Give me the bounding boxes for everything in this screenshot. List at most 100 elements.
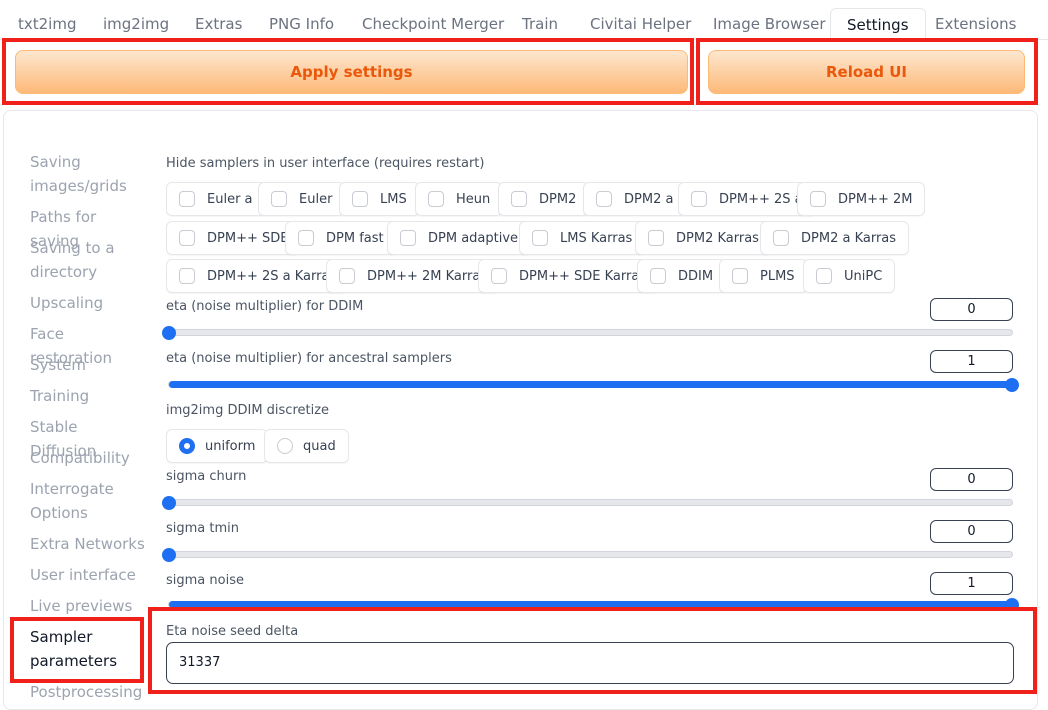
sigma-noise-slider[interactable] bbox=[168, 597, 1019, 612]
checkbox-icon bbox=[179, 191, 195, 207]
tab-extensions[interactable]: Extensions bbox=[919, 8, 1032, 40]
eta-ddim-slider[interactable] bbox=[162, 325, 1013, 340]
sampler-checkbox-dpm2-a[interactable]: DPM2 a bbox=[583, 182, 687, 216]
sampler-label: Heun bbox=[456, 191, 491, 207]
checkbox-icon bbox=[491, 268, 507, 284]
eta-ancestral-slider[interactable] bbox=[168, 377, 1019, 392]
sidebar-item-live-previews[interactable]: Live previews bbox=[30, 594, 148, 618]
sampler-label: Euler bbox=[299, 191, 333, 207]
sampler-checkbox-dpmpp-2s-a-karras[interactable]: DPM++ 2S a Karras bbox=[166, 259, 350, 293]
sampler-checkbox-heun[interactable]: Heun bbox=[415, 182, 504, 216]
tab-train[interactable]: Train bbox=[506, 8, 574, 40]
slider-handle[interactable] bbox=[162, 325, 176, 340]
sampler-checkbox-dpmpp-2m-karras[interactable]: DPM++ 2M Karras bbox=[326, 259, 501, 293]
sigma-tmin-number-input[interactable]: 0 bbox=[930, 520, 1013, 543]
tab-txt2img[interactable]: txt2img bbox=[2, 8, 92, 40]
reload-ui-button[interactable]: Reload UI bbox=[708, 50, 1025, 94]
sampler-label: LMS bbox=[380, 191, 407, 207]
sigma-tmin-label: sigma tmin bbox=[166, 521, 240, 536]
sampler-checkbox-ddim[interactable]: DDIM bbox=[637, 259, 727, 293]
checkbox-icon bbox=[732, 268, 748, 284]
sampler-checkbox-dpm2-a-karras[interactable]: DPM2 a Karras bbox=[760, 221, 910, 255]
slider-handle[interactable] bbox=[162, 547, 176, 562]
checkbox-icon bbox=[339, 268, 355, 284]
tab-civitai-helper[interactable]: Civitai Helper bbox=[574, 8, 707, 40]
sigma-churn-number-input[interactable]: 0 bbox=[930, 468, 1013, 491]
eta-ddim-number-input[interactable]: 0 bbox=[930, 298, 1013, 321]
main-tab-bar: txt2img img2img Extras PNG Info Checkpoi… bbox=[0, 0, 1048, 41]
checkbox-icon bbox=[810, 191, 826, 207]
eta-seed-delta-input[interactable]: 31337 bbox=[166, 642, 1014, 684]
sigma-tmin-slider[interactable] bbox=[162, 547, 1013, 562]
sampler-checkbox-dpmpp-sde[interactable]: DPM++ SDE bbox=[166, 221, 302, 255]
sampler-label: DPM++ 2M bbox=[838, 191, 913, 207]
slider-handle[interactable] bbox=[1005, 377, 1019, 392]
sigma-churn-label: sigma churn bbox=[166, 469, 247, 484]
sampler-label: DPM adaptive bbox=[428, 230, 519, 246]
tab-settings[interactable]: Settings bbox=[830, 8, 926, 41]
checkbox-icon bbox=[179, 230, 195, 246]
sampler-checkbox-dpmpp-2m[interactable]: DPM++ 2M bbox=[797, 182, 926, 216]
sampler-label: DPM++ 2S a Karras bbox=[207, 268, 337, 284]
checkbox-icon bbox=[650, 268, 666, 284]
checkbox-icon bbox=[773, 230, 789, 246]
sampler-checkbox-dpmpp-2s-a[interactable]: DPM++ 2S a bbox=[678, 182, 816, 216]
sampler-checkbox-lms[interactable]: LMS bbox=[339, 182, 420, 216]
eta-ddim-label: eta (noise multiplier) for DDIM bbox=[166, 299, 364, 314]
sampler-checkbox-lms-karras[interactable]: LMS Karras bbox=[519, 221, 646, 255]
sigma-noise-number-input[interactable]: 1 bbox=[930, 572, 1013, 595]
sampler-checkbox-dpmpp-sde-karras[interactable]: DPM++ SDE Karras bbox=[478, 259, 660, 293]
tab-png-info[interactable]: PNG Info bbox=[253, 8, 350, 40]
tab-img2img[interactable]: img2img bbox=[87, 8, 185, 40]
sidebar-item-upscaling[interactable]: Upscaling bbox=[30, 291, 148, 315]
sidebar-item-system[interactable]: System bbox=[30, 353, 148, 377]
sampler-checkbox-dpm2-karras[interactable]: DPM2 Karras bbox=[635, 221, 772, 255]
sampler-checkbox-euler-a[interactable]: Euler a bbox=[166, 182, 266, 216]
radio-icon bbox=[277, 438, 293, 454]
sidebar-item-interrogate-options[interactable]: Interrogate Options bbox=[30, 477, 148, 525]
slider-fill bbox=[169, 601, 1012, 608]
eta-seed-delta-label: Eta noise seed delta bbox=[166, 624, 299, 639]
sampler-checkbox-dpm2[interactable]: DPM2 bbox=[498, 182, 590, 216]
sigma-churn-slider[interactable] bbox=[162, 495, 1013, 510]
tab-checkpoint-merger[interactable]: Checkpoint Merger bbox=[346, 8, 520, 40]
checkbox-icon bbox=[596, 191, 612, 207]
checkbox-icon bbox=[532, 230, 548, 246]
slider-fill bbox=[169, 381, 1012, 388]
sampler-label: DPM2 a bbox=[624, 191, 674, 207]
sampler-checkbox-euler[interactable]: Euler bbox=[258, 182, 346, 216]
discretize-radio-uniform[interactable]: uniform bbox=[166, 429, 269, 463]
sampler-checkbox-plms[interactable]: PLMS bbox=[719, 259, 808, 293]
sidebar-item-postprocessing[interactable]: Postprocessing bbox=[30, 680, 148, 704]
eta-ancestral-label: eta (noise multiplier) for ancestral sam… bbox=[166, 351, 452, 366]
sidebar-item-user-interface[interactable]: User interface bbox=[30, 563, 148, 587]
sampler-label: LMS Karras bbox=[560, 230, 633, 246]
eta-ancestral-number-input[interactable]: 1 bbox=[930, 350, 1013, 373]
discretize-radio-quad[interactable]: quad bbox=[264, 429, 349, 463]
sidebar-item-sampler-parameters[interactable]: Sampler parameters bbox=[30, 625, 148, 673]
slider-handle[interactable] bbox=[162, 495, 176, 510]
checkbox-icon bbox=[400, 230, 416, 246]
sampler-checkbox-dpm-fast[interactable]: DPM fast bbox=[285, 221, 397, 255]
sampler-label: DPM++ SDE Karras bbox=[519, 268, 647, 284]
sidebar-item-compatibility[interactable]: Compatibility bbox=[30, 446, 148, 470]
sampler-label: PLMS bbox=[760, 268, 795, 284]
sidebar-item-saving-images-grids[interactable]: Saving images/grids bbox=[30, 150, 148, 198]
sigma-noise-label: sigma noise bbox=[166, 573, 244, 588]
radio-label: uniform bbox=[205, 438, 256, 454]
sidebar-item-saving-to-directory[interactable]: Saving to a directory bbox=[30, 236, 148, 284]
sampler-checkbox-dpm-adaptive[interactable]: DPM adaptive bbox=[387, 221, 532, 255]
checkbox-icon bbox=[179, 268, 195, 284]
sidebar-item-training[interactable]: Training bbox=[30, 384, 148, 408]
checkbox-icon bbox=[511, 191, 527, 207]
hide-samplers-label: Hide samplers in user interface (require… bbox=[166, 156, 485, 171]
sampler-checkbox-unipc[interactable]: UniPC bbox=[803, 259, 896, 293]
sampler-label: DDIM bbox=[678, 268, 714, 284]
checkbox-icon bbox=[691, 191, 707, 207]
apply-settings-button[interactable]: Apply settings bbox=[15, 50, 688, 94]
tab-extras[interactable]: Extras bbox=[179, 8, 258, 40]
checkbox-icon bbox=[271, 191, 287, 207]
tab-image-browser[interactable]: Image Browser bbox=[697, 8, 842, 40]
sampler-label: DPM2 bbox=[539, 191, 577, 207]
sidebar-item-extra-networks[interactable]: Extra Networks bbox=[30, 532, 148, 556]
